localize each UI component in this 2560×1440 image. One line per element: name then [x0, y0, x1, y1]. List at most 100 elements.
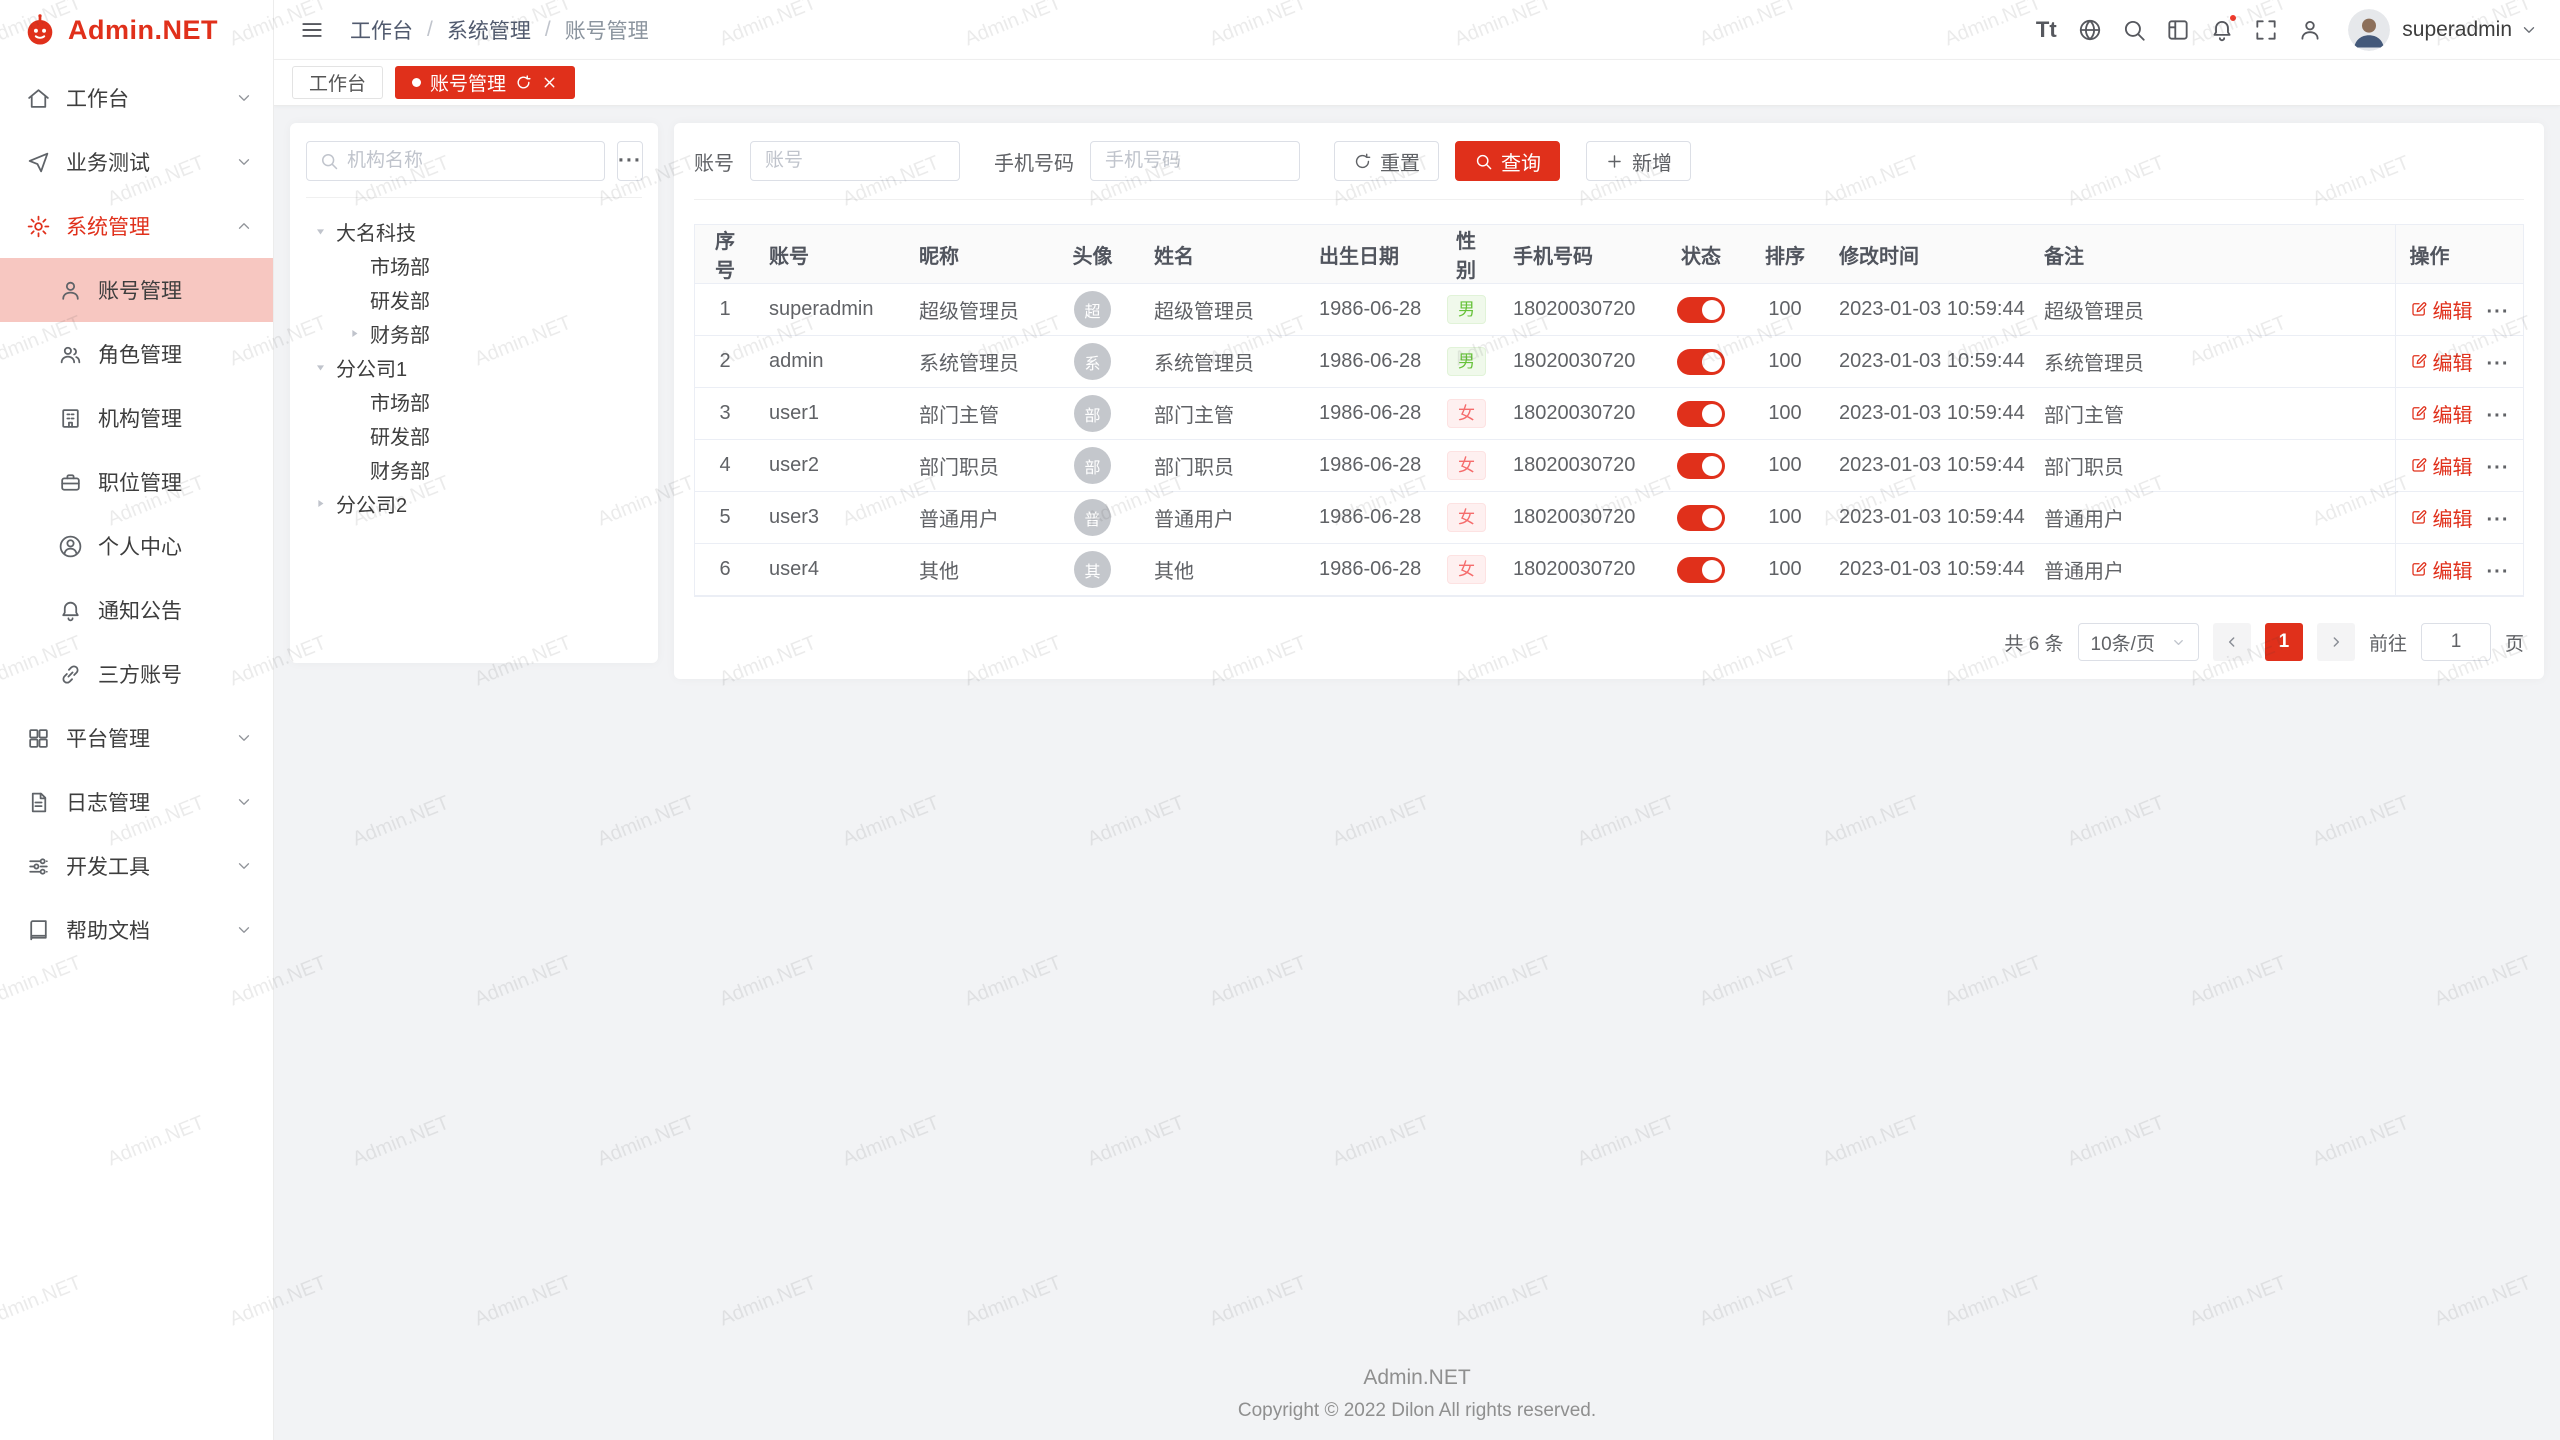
tree-node[interactable]: 分公司2	[306, 486, 642, 520]
status-toggle[interactable]	[1677, 505, 1725, 531]
row-more-button[interactable]: ···	[2487, 353, 2510, 375]
sidebar-item-platform[interactable]: 平台管理	[0, 706, 273, 770]
topbar-actions: Tt superadmin	[2024, 8, 2538, 52]
status-toggle[interactable]	[1677, 297, 1725, 323]
cell-modified-time: 2023-01-03 10:59:44	[1825, 336, 2030, 388]
caret-icon[interactable]	[344, 323, 364, 343]
column-header: 手机号码	[1499, 225, 1657, 284]
sidebar-item-position[interactable]: 职位管理	[0, 450, 273, 514]
edit-button[interactable]: 编辑	[2410, 451, 2473, 480]
table-row: 3user1部门主管部部门主管1986-06-28女18020030720100…	[695, 388, 2523, 440]
status-toggle[interactable]	[1677, 349, 1725, 375]
cell-modified-time: 2023-01-03 10:59:44	[1825, 440, 2030, 492]
search-button[interactable]: 查询	[1455, 141, 1560, 181]
cell-gender: 男	[1433, 284, 1499, 336]
font-size-icon[interactable]: Tt	[2024, 8, 2068, 52]
edit-button[interactable]: 编辑	[2410, 399, 2473, 428]
page-1-button[interactable]: 1	[2265, 623, 2303, 661]
cell-actions: 编辑 ···	[2395, 544, 2523, 596]
sidebar-item-role[interactable]: 角色管理	[0, 322, 273, 386]
user-icon[interactable]	[2288, 8, 2332, 52]
edit-button[interactable]: 编辑	[2410, 503, 2473, 532]
username[interactable]: superadmin	[2402, 18, 2512, 42]
doc-icon	[26, 918, 51, 943]
tree-node[interactable]: 财务部	[306, 316, 642, 350]
search-icon	[1474, 152, 1493, 171]
row-more-button[interactable]: ···	[2487, 561, 2510, 583]
sidebar-item-account[interactable]: 账号管理	[0, 258, 273, 322]
avatar: 部	[1074, 395, 1111, 432]
tree-node[interactable]: 市场部	[306, 248, 642, 282]
chevron-down-icon	[235, 153, 253, 171]
cell-actions: 编辑 ···	[2395, 284, 2523, 336]
sidebar-item-workbench[interactable]: 工作台	[0, 66, 273, 130]
notification-bell-icon[interactable]	[2200, 8, 2244, 52]
caret-icon[interactable]	[310, 221, 330, 241]
add-button[interactable]: 新增	[1586, 141, 1691, 181]
sidebar-item-org[interactable]: 机构管理	[0, 386, 273, 450]
close-icon[interactable]	[541, 74, 558, 91]
sidebar-item-profile[interactable]: 个人中心	[0, 514, 273, 578]
tree-node-label: 市场部	[370, 251, 430, 280]
caret-icon[interactable]	[310, 357, 330, 377]
column-header: 状态	[1657, 225, 1745, 284]
tree-node[interactable]: 分公司1	[306, 350, 642, 384]
goto-page-input[interactable]	[2421, 623, 2491, 661]
cell-account: superadmin	[755, 284, 905, 336]
row-more-button[interactable]: ···	[2487, 457, 2510, 479]
tree-node[interactable]: 研发部	[306, 282, 642, 316]
table-row: 5user3普通用户普普通用户1986-06-28女18020030720100…	[695, 492, 2523, 544]
footer: Admin.NET Copyright © 2022 Dilon All rig…	[274, 1366, 2560, 1422]
next-page-button[interactable]	[2317, 623, 2355, 661]
sidebar-item-notice[interactable]: 通知公告	[0, 578, 273, 642]
breadcrumb-item[interactable]: 工作台	[350, 15, 413, 45]
chevron-down-icon[interactable]	[2520, 21, 2538, 39]
sidebar-item-devtools[interactable]: 开发工具	[0, 834, 273, 898]
caret-icon[interactable]	[310, 493, 330, 513]
globe-icon[interactable]	[2068, 8, 2112, 52]
status-toggle[interactable]	[1677, 453, 1725, 479]
edit-button[interactable]: 编辑	[2410, 295, 2473, 324]
refresh-icon[interactable]	[515, 74, 532, 91]
phone-input[interactable]	[1090, 141, 1300, 181]
org-search	[306, 141, 605, 181]
row-more-button[interactable]: ···	[2487, 301, 2510, 323]
sidebar-item-docs[interactable]: 帮助文档	[0, 898, 273, 962]
avatar[interactable]	[2348, 9, 2390, 51]
row-more-button[interactable]: ···	[2487, 509, 2510, 531]
account-label: 账号	[694, 147, 734, 176]
edit-button[interactable]: 编辑	[2410, 555, 2473, 584]
cell-actions: 编辑 ···	[2395, 388, 2523, 440]
hamburger-menu-icon[interactable]	[290, 8, 334, 52]
phone-label: 手机号码	[994, 147, 1074, 176]
tab-account-management[interactable]: 账号管理	[395, 66, 575, 99]
breadcrumb-item[interactable]: 系统管理	[447, 15, 531, 45]
total-count: 共 6 条	[2004, 629, 2063, 656]
tree-node[interactable]: 市场部	[306, 384, 642, 418]
search-icon[interactable]	[2112, 8, 2156, 52]
account-input[interactable]	[750, 141, 960, 181]
sidebar-item-logs[interactable]: 日志管理	[0, 770, 273, 834]
edit-button[interactable]: 编辑	[2410, 347, 2473, 376]
theme-icon[interactable]	[2156, 8, 2200, 52]
reset-button[interactable]: 重置	[1334, 141, 1439, 181]
prev-page-button[interactable]	[2213, 623, 2251, 661]
tree-node[interactable]: 研发部	[306, 418, 642, 452]
fullscreen-icon[interactable]	[2244, 8, 2288, 52]
tree-node[interactable]: 财务部	[306, 452, 642, 486]
page-size-select[interactable]: 10条/页	[2078, 623, 2199, 661]
sidebar-item-business-test[interactable]: 业务测试	[0, 130, 273, 194]
row-more-button[interactable]: ···	[2487, 405, 2510, 427]
cell-remark: 普通用户	[2030, 544, 2395, 596]
status-toggle[interactable]	[1677, 557, 1725, 583]
cell-status	[1657, 440, 1745, 492]
tab-workbench[interactable]: 工作台	[292, 66, 383, 99]
breadcrumb-item[interactable]: 账号管理	[565, 15, 649, 45]
sidebar-item-thirdparty[interactable]: 三方账号	[0, 642, 273, 706]
tree-node[interactable]: 大名科技	[306, 214, 642, 248]
status-toggle[interactable]	[1677, 401, 1725, 427]
more-options-button[interactable]: ···	[617, 141, 643, 181]
logo[interactable]: Admin.NET	[0, 0, 273, 60]
sidebar-item-system[interactable]: 系统管理	[0, 194, 273, 258]
org-search-input[interactable]	[347, 150, 592, 172]
